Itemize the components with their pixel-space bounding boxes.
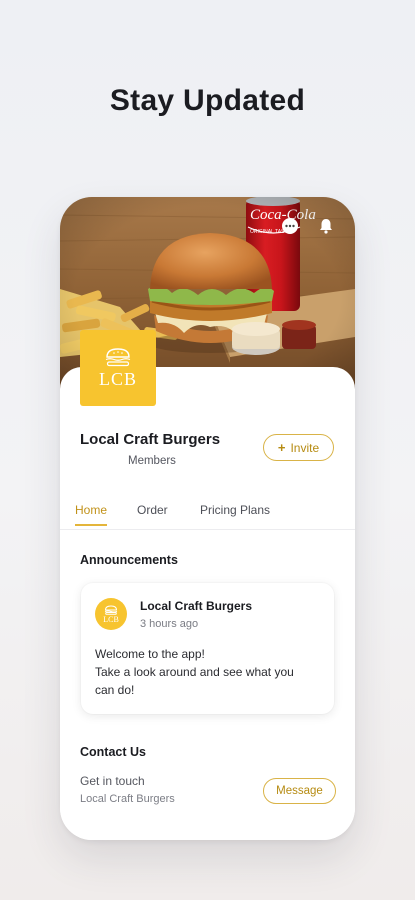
contact-business-name: Local Craft Burgers [80, 793, 175, 805]
invite-label: Invite [290, 440, 320, 455]
tab-bar: Home Order Pricing Plans [60, 493, 355, 530]
post-line: Take a look around and see what you [95, 665, 294, 679]
business-name: Local Craft Burgers [80, 431, 221, 448]
active-tab-indicator [75, 524, 107, 526]
post-author: Local Craft Burgers [140, 599, 253, 613]
logo-text: LCB [98, 368, 137, 389]
tab-order[interactable]: Order [137, 503, 168, 517]
more-icon[interactable] [281, 217, 299, 235]
tab-home[interactable]: Home [75, 503, 107, 517]
invite-button[interactable]: + Invite [263, 434, 334, 461]
post-message: Welcome to the app! Take a look around a… [95, 645, 325, 699]
avatar-text: LCB [103, 614, 119, 624]
contact-us-title: Contact Us [80, 745, 146, 759]
members-link[interactable]: Members [128, 455, 176, 467]
tab-pricing-plans[interactable]: Pricing Plans [200, 503, 270, 517]
author-avatar: LCB [95, 598, 127, 630]
plus-icon: + [277, 440, 286, 455]
message-button[interactable]: Message [263, 778, 336, 804]
bell-icon[interactable] [317, 217, 335, 235]
business-logo: LCB [80, 330, 156, 406]
post-timestamp: 3 hours ago [140, 618, 199, 630]
announcements-title: Announcements [80, 553, 178, 567]
page-headline: Stay Updated [109, 84, 306, 117]
phone-mockup: Coca-Cola ORIGINAL TASTE [60, 197, 355, 840]
get-in-touch-label: Get in touch [80, 774, 145, 788]
burger-icon [105, 347, 131, 366]
burger-icon [104, 604, 118, 615]
announcement-card[interactable]: LCB Local Craft Burgers 3 hours ago Welc… [81, 583, 334, 714]
post-line: Welcome to the app! [95, 647, 205, 661]
post-line: can do! [95, 683, 135, 697]
